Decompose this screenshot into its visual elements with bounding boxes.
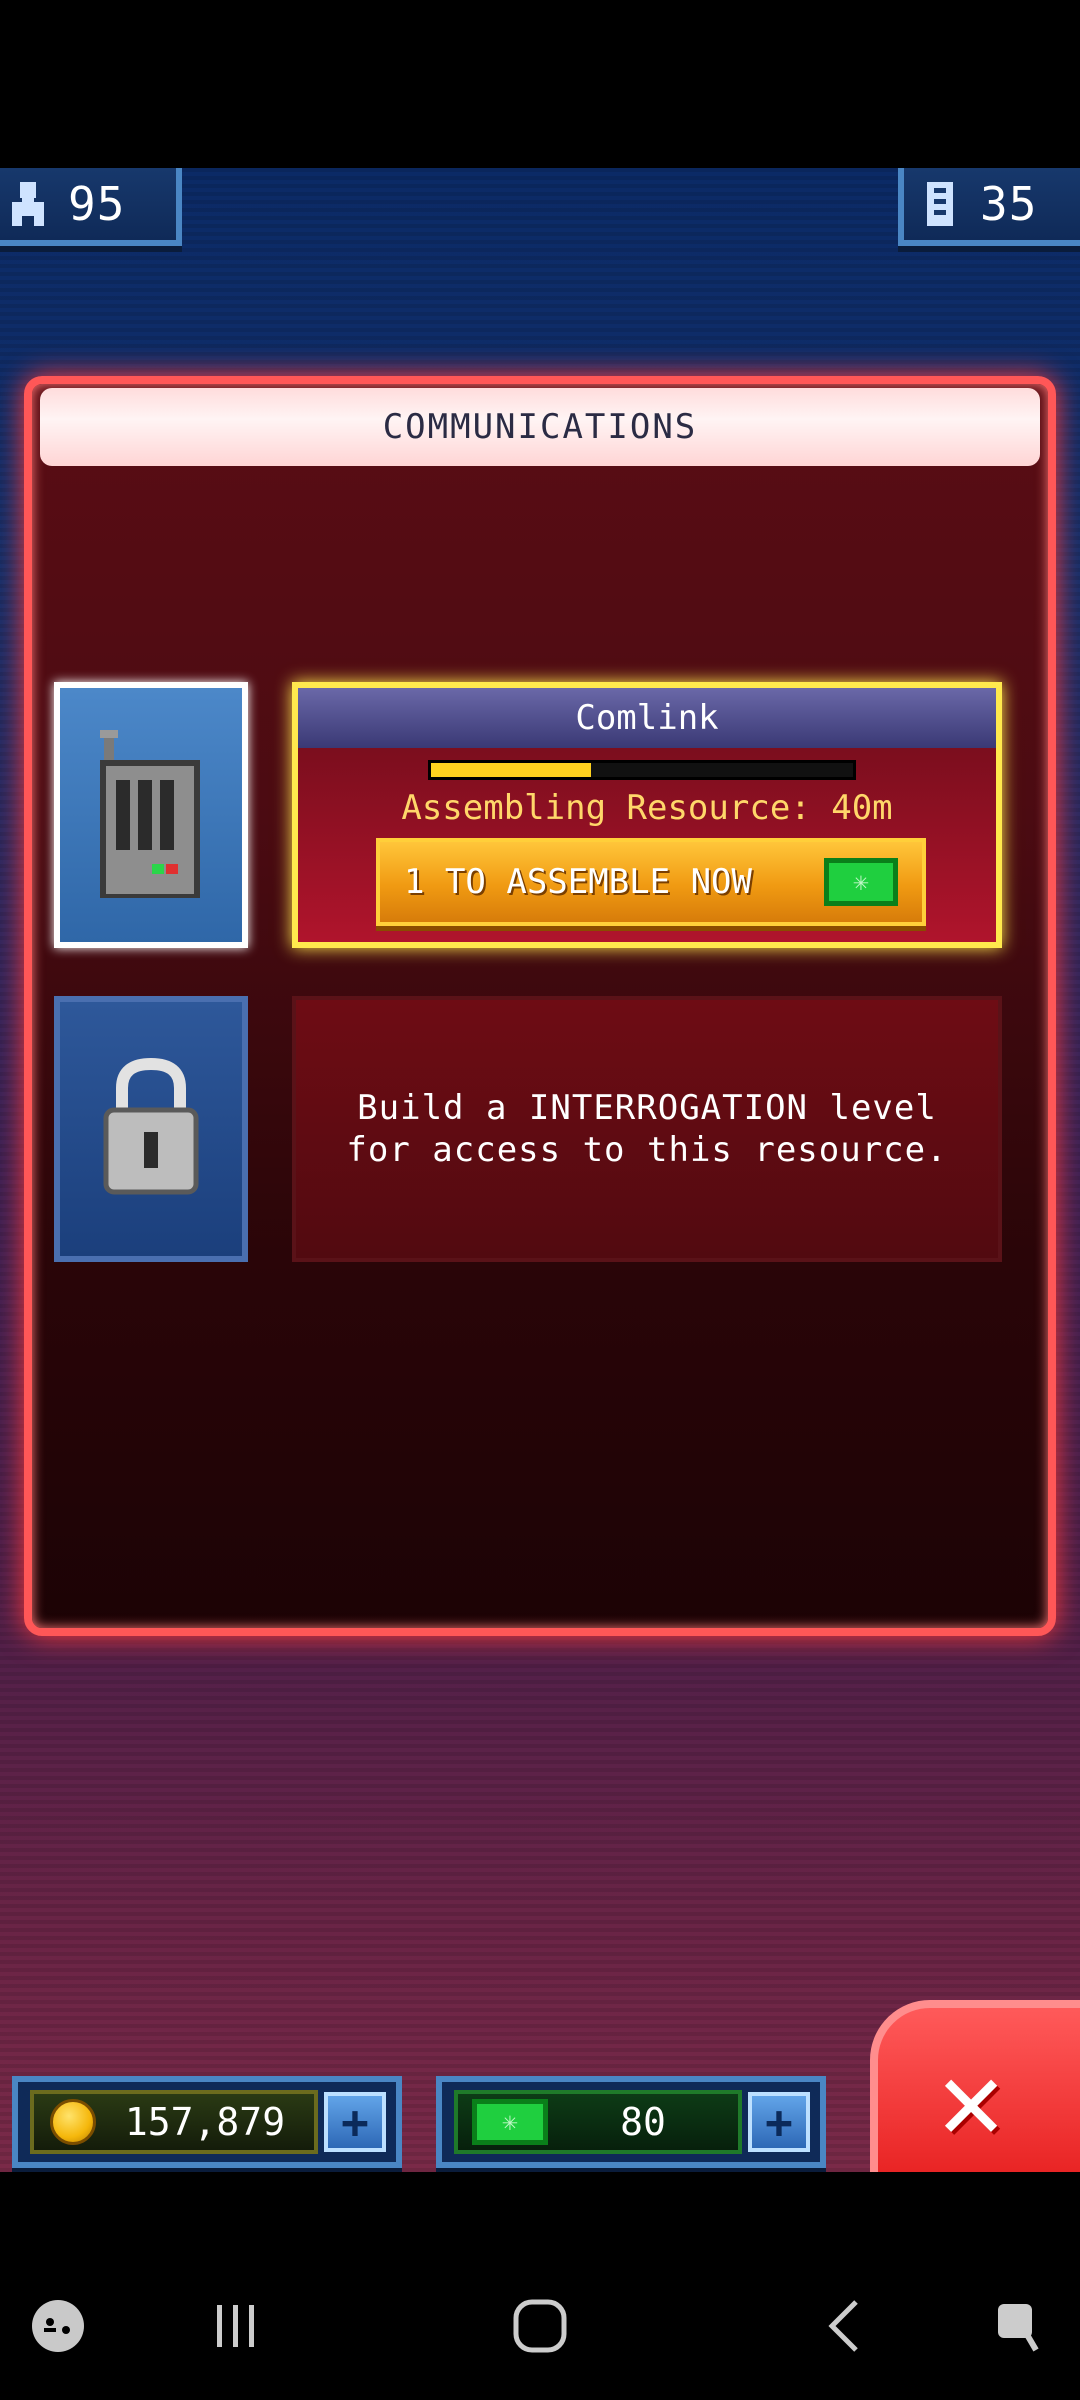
floor-value: 35 [980,177,1038,231]
assemble-now-label: 1 TO ASSEMBLE NOW [404,862,752,902]
cash-icon: ✳ [472,2099,548,2145]
recent-apps-icon[interactable] [206,2296,266,2356]
cash-inner: ✳ 80 [454,2090,742,2154]
back-icon[interactable] [814,2296,874,2356]
home-icon[interactable] [510,2296,570,2356]
assemble-now-button[interactable]: 1 TO ASSEMBLE NOW ✳ [376,838,926,926]
close-icon: ✕ [938,2036,1005,2164]
floor-counter[interactable]: 35 [898,168,1080,246]
coin-icon [50,2099,96,2145]
accessibility-icon[interactable] [990,2296,1050,2356]
assembly-status: Assembling Resource: 40m [401,788,893,828]
cash-display[interactable]: ✳ 80 + [436,2076,826,2168]
person-icon [6,178,50,230]
building-icon [918,178,962,230]
progress-fill [431,763,592,777]
coins-inner: 157,879 [30,2090,318,2154]
cash-icon: ✳ [824,858,898,906]
locked-slot[interactable] [54,996,248,1262]
population-counter[interactable]: 95 [0,168,182,246]
lock-icon [103,1057,199,1195]
assembly-progress-bar [428,760,856,780]
panel-title: COMMUNICATIONS [382,407,698,447]
comlink-slot[interactable] [54,682,248,948]
comlink-header: Comlink [298,688,996,748]
add-cash-button[interactable]: + [748,2092,810,2152]
add-coins-button[interactable]: + [324,2092,386,2152]
coins-display[interactable]: 157,879 + [12,2076,402,2168]
population-value: 95 [68,177,126,231]
radio-icon [100,730,200,898]
game-launcher-icon[interactable] [28,2296,88,2356]
comlink-card: Comlink Assembling Resource: 40m 1 TO AS… [292,682,1002,948]
locked-card: Build a INTERROGATION level for access t… [292,996,1002,1262]
resource-name: Comlink [575,698,719,738]
close-button[interactable]: ✕ [870,2000,1080,2200]
cash-value: 80 [620,2100,666,2144]
system-nav-bar [0,2172,1080,2400]
status-bar [0,0,1080,168]
coins-value: 157,879 [124,2100,286,2144]
panel-header: COMMUNICATIONS [40,388,1040,466]
locked-message: Build a INTERROGATION level for access t… [346,1088,948,1170]
